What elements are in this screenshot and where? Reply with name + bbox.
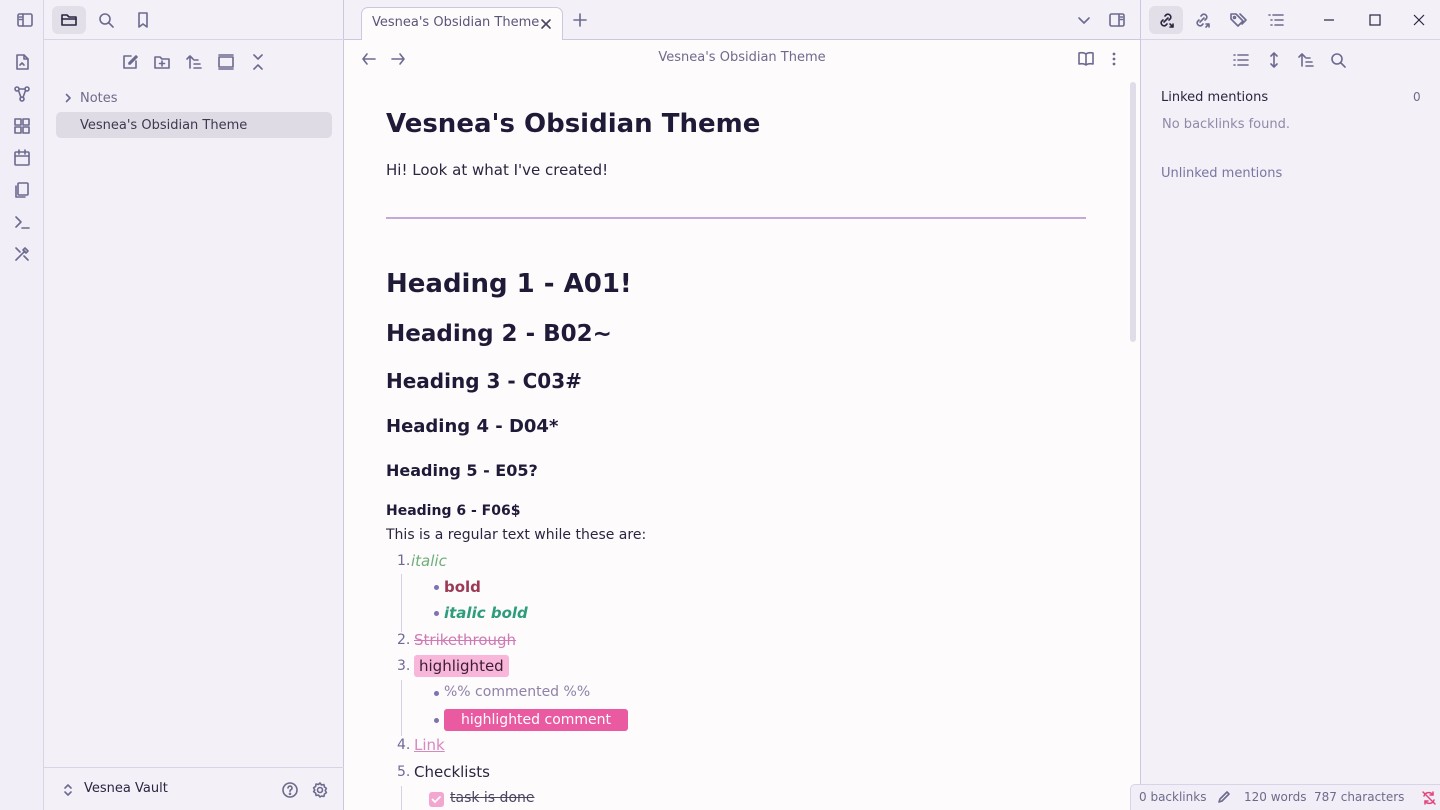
help-icon[interactable] [280, 780, 300, 800]
horizontal-rule [386, 217, 1086, 219]
list-number: 2. [397, 632, 411, 648]
list-item-comment: %% commented %% [444, 684, 591, 700]
command-palette-icon[interactable] [12, 212, 32, 232]
status-word-count: 120 words [1244, 790, 1307, 804]
list-item-highlighted-comment: highlighted comment [444, 709, 629, 731]
templates-icon[interactable] [12, 180, 32, 200]
no-backlinks-message: No backlinks found. [1162, 117, 1290, 132]
unlinked-mentions-heading[interactable]: Unlinked mentions [1161, 166, 1282, 181]
sync-disabled-icon[interactable] [1420, 789, 1438, 807]
expand-collapse-arrows-icon[interactable] [1264, 50, 1284, 70]
minimize-window-icon[interactable] [1317, 8, 1341, 32]
status-character-count: 787 characters [1314, 790, 1405, 804]
bullet [434, 585, 439, 590]
status-backlinks[interactable]: 0 backlinks [1139, 790, 1206, 804]
editor-scrollbar[interactable] [1130, 82, 1136, 342]
bookmarks-icon[interactable] [126, 6, 160, 34]
tab-active[interactable]: Vesnea's Obsidian Theme [361, 7, 563, 40]
maximize-window-icon[interactable] [1363, 8, 1387, 32]
list-item-highlighted: highlighted [414, 655, 509, 677]
outline-list-icon[interactable] [1259, 6, 1293, 34]
settings-gear-icon[interactable] [310, 780, 330, 800]
list-item-link[interactable]: Link [414, 736, 445, 754]
list-item-strikethrough: Strikethrough [414, 631, 517, 649]
more-options-icon[interactable] [1105, 49, 1123, 69]
close-window-icon[interactable] [1407, 8, 1431, 32]
sort-order-icon[interactable] [182, 50, 206, 74]
heading-3: Heading 3 - C03# [386, 369, 582, 393]
collapse-all-icon[interactable] [246, 50, 270, 74]
outgoing-links-icon[interactable] [1185, 6, 1219, 34]
heading-2: Heading 2 - B02~ [386, 321, 612, 347]
toggle-left-sidebar-icon[interactable] [8, 6, 42, 34]
auto-reveal-icon[interactable] [214, 50, 238, 74]
status-bar: 0 backlinks 120 words 787 characters [1130, 784, 1440, 810]
tab-title: Vesnea's Obsidian Theme [372, 15, 540, 30]
backlinks-list-view-icon[interactable] [1231, 50, 1251, 70]
list-number: 3. [397, 658, 411, 674]
open-quick-switcher-icon[interactable] [12, 52, 32, 72]
reading-view-book-icon[interactable] [1076, 49, 1096, 69]
chevron-up-down-icon[interactable] [58, 780, 78, 800]
heading-5: Heading 5 - E05? [386, 461, 538, 480]
linked-mentions-heading[interactable]: Linked mentions [1161, 90, 1268, 105]
indent-guide [401, 786, 402, 810]
regular-text-paragraph: This is a regular text while these are: [386, 527, 647, 543]
list-number: 4. [397, 737, 411, 753]
list-number: 5. [397, 764, 411, 780]
tree-folder-notes[interactable]: Notes [56, 86, 332, 110]
new-folder-icon[interactable] [150, 50, 174, 74]
list-number: 1. [397, 553, 411, 569]
left-sidebar-header [17, 0, 344, 40]
tab-bar: Vesnea's Obsidian Theme [344, 0, 1140, 40]
backlinks-search-icon[interactable] [1328, 50, 1348, 70]
intro-paragraph: Hi! Look at what I've created! [386, 161, 609, 179]
vault-switcher: Vesnea Vault [44, 767, 344, 810]
ribbon [0, 0, 44, 810]
backlinks-sort-icon[interactable] [1296, 50, 1316, 70]
tab-list-chevron-down-icon[interactable] [1076, 12, 1092, 28]
list-item-checklists: Checklists [414, 763, 490, 781]
right-sidebar: Linked mentions 0 No backlinks found. Un… [1140, 0, 1440, 810]
new-note-icon[interactable] [118, 50, 142, 74]
search-icon[interactable] [89, 6, 123, 34]
list-item-italic: italic [411, 552, 447, 570]
heading-4: Heading 4 - D04* [386, 416, 559, 437]
heading-1: Heading 1 - A01! [386, 269, 632, 299]
close-tab-icon[interactable] [539, 17, 553, 31]
main-editor-area: Vesnea's Obsidian Theme Vesnea's Obsidia… [344, 0, 1140, 810]
canvas-icon[interactable] [12, 116, 32, 136]
tree-file-active[interactable]: Vesnea's Obsidian Theme [56, 112, 332, 138]
task-checkbox-checked[interactable] [429, 792, 444, 807]
bullet [434, 611, 439, 616]
tree-folder-label: Notes [80, 90, 118, 106]
heading-6: Heading 6 - F06$ [386, 503, 521, 519]
left-sidebar: Notes Vesnea's Obsidian Theme Vesnea Vau… [17, 0, 344, 810]
list-item-bold: bold [444, 578, 481, 596]
toggle-right-sidebar-icon[interactable] [1107, 10, 1127, 30]
graph-view-icon[interactable] [12, 84, 32, 104]
inline-title[interactable]: Vesnea's Obsidian Theme [386, 109, 760, 139]
files-tab-folder-icon[interactable] [52, 6, 86, 34]
linked-mentions-count: 0 [1413, 90, 1421, 104]
backlinks-tab-icon[interactable] [1149, 6, 1183, 34]
vault-name[interactable]: Vesnea Vault [84, 781, 168, 796]
view-header-title[interactable]: Vesnea's Obsidian Theme [344, 50, 1140, 65]
bullet [434, 691, 439, 696]
bullet [434, 718, 439, 723]
indent-guide [401, 680, 402, 736]
chevron-right-icon [56, 92, 80, 104]
list-item-italic-bold: italic bold [444, 604, 528, 622]
note-content: Vesnea's Obsidian Theme Hi! Look at what… [386, 76, 1086, 810]
style-settings-icon[interactable] [12, 244, 32, 264]
daily-note-calendar-icon[interactable] [12, 148, 32, 168]
tree-file-label: Vesnea's Obsidian Theme [80, 117, 248, 133]
view-header: Vesnea's Obsidian Theme [344, 40, 1140, 76]
task-done-text: task is done [450, 790, 535, 806]
right-sidebar-header [1141, 0, 1440, 40]
indent-guide [401, 574, 402, 632]
editing-pencil-icon[interactable] [1216, 789, 1232, 805]
tags-icon[interactable] [1221, 6, 1255, 34]
new-tab-plus-icon[interactable] [572, 12, 588, 28]
